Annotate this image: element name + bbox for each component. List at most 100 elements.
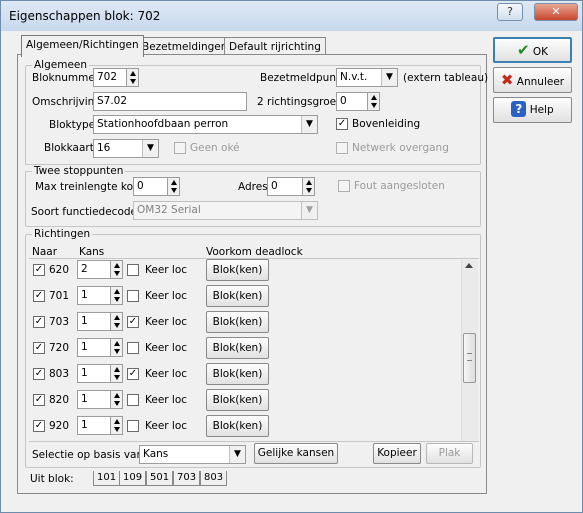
omschrijving-input[interactable]: S7.02 [93, 92, 247, 111]
uit-blok-tab[interactable]: 109 [119, 471, 147, 486]
naar-value: 803 [49, 368, 70, 380]
blokken-button[interactable]: Blok(ken) [206, 311, 269, 333]
keer-loc-checkbox[interactable] [127, 394, 139, 406]
keer-loc-checkbox[interactable]: ✓ [127, 316, 139, 328]
bloknummer-input[interactable]: 702 [93, 68, 127, 87]
blokkaart-value: 16 [97, 142, 111, 154]
kans-input[interactable]: 1 [77, 416, 111, 435]
kans-spinner[interactable] [110, 260, 123, 279]
naar-checkbox[interactable]: ✓ [33, 420, 45, 432]
kans-input[interactable]: 2 [77, 260, 111, 279]
adres-input[interactable]: 0 [267, 177, 303, 196]
chevron-down-icon[interactable]: ▼ [381, 69, 397, 86]
richtingen-scrollbar[interactable] [461, 260, 478, 441]
title-spacer [487, 3, 488, 21]
naar-checkbox[interactable]: ✓ [33, 368, 45, 380]
functiedecoder-select[interactable]: OM32 Serial ▼ [133, 201, 318, 220]
uit-blok-tab[interactable]: 703 [173, 471, 201, 486]
bezetmeldpunt-select[interactable]: N.v.t. ▼ [336, 68, 398, 87]
kans-spinner[interactable] [110, 338, 123, 357]
blokkaart-select[interactable]: 16 ▼ [93, 139, 159, 158]
richtingsgroep-spinner[interactable] [367, 92, 380, 111]
cancel-button[interactable]: ✖ Annuleer [493, 67, 572, 93]
netwerk-overgang-checkbox[interactable] [336, 142, 348, 154]
kans-input[interactable]: 1 [77, 286, 111, 305]
uit-blok-tab[interactable]: 501 [146, 471, 174, 486]
tab-algemeen[interactable]: Algemeen/Richtingen [21, 35, 144, 57]
max-treinlengte-spinner[interactable] [167, 177, 180, 196]
adres-spinner[interactable] [302, 177, 315, 196]
naar-checkbox[interactable]: ✓ [33, 316, 45, 328]
kans-spinner[interactable] [110, 286, 123, 305]
bloknummer-spinner[interactable] [126, 68, 139, 87]
blokken-button[interactable]: Blok(ken) [206, 415, 269, 437]
ok-button[interactable]: ✔ OK [493, 37, 572, 63]
help-label: Help [529, 104, 554, 116]
keer-loc-checkbox[interactable] [127, 290, 139, 302]
uit-blok-tab[interactable]: 803 [200, 471, 228, 486]
kans-spinner[interactable] [110, 416, 123, 435]
chevron-down-icon[interactable]: ▼ [142, 140, 158, 157]
naar-checkbox[interactable]: ✓ [33, 342, 45, 354]
max-treinlengte-input[interactable]: 0 [133, 177, 168, 196]
blokken-button[interactable]: Blok(ken) [206, 389, 269, 411]
scroll-thumb[interactable] [463, 333, 476, 383]
naar-checkbox[interactable]: ✓ [33, 290, 45, 302]
geen-oke-checkbox[interactable] [174, 142, 186, 154]
close-button[interactable]: ✕ [534, 3, 578, 21]
kans-spinner[interactable] [110, 364, 123, 383]
keer-loc-checkbox[interactable] [127, 420, 139, 432]
uit-blok-tab[interactable]: 101 [93, 471, 121, 486]
naar-checkbox[interactable]: ✓ [33, 394, 45, 406]
kans-input[interactable]: 1 [77, 312, 111, 331]
gelijke-kansen-button[interactable]: Gelijke kansen [254, 443, 338, 464]
cross-icon: ✖ [500, 71, 514, 89]
chevron-down-icon[interactable]: ▼ [301, 202, 317, 219]
scroll-up-arrow[interactable] [465, 263, 473, 268]
naar-checkbox[interactable]: ✓ [33, 264, 45, 276]
plak-button[interactable]: Plak [426, 443, 473, 464]
richting-row: ✓ 701 1 Keer loc Blok(ken) [29, 281, 461, 307]
bloktype-label: Bloktype [49, 119, 96, 131]
help-title-button[interactable]: ? [497, 3, 523, 21]
chevron-down-icon[interactable]: ▼ [301, 116, 317, 133]
keer-loc-checkbox[interactable]: ✓ [127, 368, 139, 380]
kans-input[interactable]: 1 [77, 364, 111, 383]
blokken-button[interactable]: Blok(ken) [206, 363, 269, 385]
dialog-window: Eigenschappen blok: 702 ? – □ ✕ Algemeen… [0, 0, 583, 513]
extern-tableau-label: (extern tableau) [403, 72, 489, 84]
blokken-button[interactable]: Blok(ken) [206, 259, 269, 281]
fout-aangesloten-checkbox[interactable] [338, 180, 350, 192]
richting-row: ✓ 703 1 ✓ Keer loc Blok(ken) [29, 307, 461, 333]
selectie-select[interactable]: Kans ▼ [139, 445, 246, 464]
grip-icon [467, 353, 472, 361]
keer-loc-checkbox[interactable] [127, 264, 139, 276]
title-bar: Eigenschappen blok: 702 ? – □ ✕ [1, 1, 582, 31]
keer-loc-checkbox[interactable] [127, 342, 139, 354]
keer-loc-label: Keer loc [145, 420, 188, 432]
richtingsgroep-input[interactable]: 0 [336, 92, 368, 111]
bovenleiding-checkbox[interactable]: ✓ [336, 118, 348, 130]
richtingen-title: Richtingen [32, 228, 93, 240]
window-title: Eigenschappen blok: 702 [9, 9, 161, 23]
blokken-button[interactable]: Blok(ken) [206, 285, 269, 307]
blokken-button[interactable]: Blok(ken) [206, 337, 269, 359]
kans-input[interactable]: 1 [77, 390, 111, 409]
help-icon: ? [511, 101, 527, 117]
geen-oke-label: Geen oké [190, 142, 240, 154]
kans-spinner[interactable] [110, 312, 123, 331]
kans-spinner[interactable] [110, 390, 123, 409]
functiedecoder-label: Soort functiedecoder [31, 206, 142, 218]
max-treinlengte-label: Max treinlengte kort [35, 181, 142, 193]
chevron-down-icon[interactable]: ▼ [229, 446, 245, 463]
bovenleiding-label: Bovenleiding [352, 118, 421, 130]
naar-value: 701 [49, 290, 70, 302]
footer-divider [29, 441, 479, 442]
selectie-label: Selectie op basis van [32, 449, 144, 461]
bloktype-select[interactable]: Stationhoofdbaan perron ▼ [93, 115, 318, 134]
kans-input[interactable]: 1 [77, 338, 111, 357]
twee-stoppunten-title: Twee stoppunten [32, 165, 126, 177]
kopieer-button[interactable]: Kopieer [373, 443, 421, 464]
richting-row: ✓ 920 1 Keer loc Blok(ken) [29, 411, 461, 437]
help-button[interactable]: ? Help [493, 97, 572, 123]
